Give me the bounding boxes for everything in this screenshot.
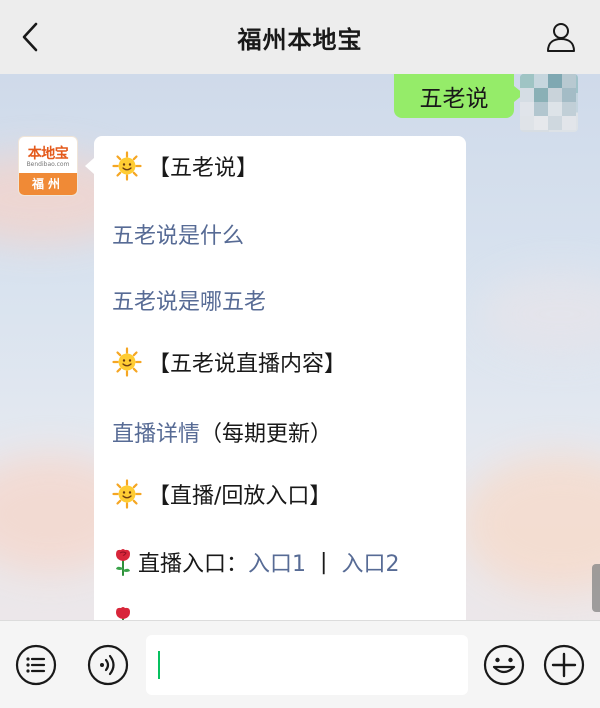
chevron-left-icon[interactable] <box>16 20 46 54</box>
section-five-elders: 【五老说】 <box>112 150 258 182</box>
detail-note: （每期更新） <box>200 422 333 447</box>
entry-separator: | <box>320 549 328 575</box>
plus-icon[interactable] <box>542 643 586 687</box>
sun-emoji-icon <box>112 479 142 509</box>
text-caret <box>158 651 160 679</box>
logo-city: 福州 <box>19 173 77 195</box>
chat-title: 福州本地宝 <box>237 25 363 54</box>
section-title: 【五老说】 <box>148 156 259 181</box>
logo-text: 本地宝 <box>27 146 69 162</box>
sun-emoji-icon <box>112 151 142 181</box>
list-menu-icon[interactable] <box>14 643 58 687</box>
link-row-detail: 直播详情 （每期更新） <box>112 416 332 448</box>
user-icon[interactable] <box>544 20 578 54</box>
entry-link-1[interactable]: 入口1 <box>248 546 306 578</box>
partial-row <box>112 606 138 620</box>
rose-emoji-icon <box>116 549 130 576</box>
link-which-five-elders[interactable]: 五老说是哪五老 <box>112 284 266 316</box>
chat-header: 福州本地宝 <box>0 0 600 74</box>
voice-icon[interactable] <box>86 643 130 687</box>
section-title: 【五老说直播内容】 <box>148 352 347 377</box>
live-entry-label: 直播入口： <box>138 552 249 577</box>
sent-message-text: 五老说 <box>419 86 489 112</box>
emoji-icon[interactable] <box>482 643 526 687</box>
entry-link-2[interactable]: 入口2 <box>341 546 399 578</box>
rose-emoji-icon <box>116 607 130 620</box>
link-row-which: 五老说是哪五老 <box>112 284 266 316</box>
scrollbar[interactable] <box>592 564 600 612</box>
section-live-entry: 【直播/回放入口】 <box>112 478 331 510</box>
live-entry-row: 直播入口： 入口1 | 入口2 <box>112 546 399 578</box>
sent-message-bubble[interactable]: 五老说 <box>394 74 524 118</box>
link-what-is-five-elders[interactable]: 五老说是什么 <box>112 218 244 250</box>
sun-emoji-icon <box>112 347 142 377</box>
logo-subtext: Bendibao.com <box>26 161 70 168</box>
my-avatar[interactable] <box>520 74 578 132</box>
menu-message-card: 【五老说】 五老说是什么 五老说是哪五老 【五老说直播内容】 直播详情 （每期更… <box>85 136 466 620</box>
official-account-avatar[interactable]: 本地宝 Bendibao.com 福州 <box>18 136 78 196</box>
message-input[interactable] <box>146 635 468 695</box>
link-row-what: 五老说是什么 <box>112 218 244 250</box>
chat-area: 五老说 本地宝 Bendibao.com 福州 【五老说】 五老说是什么 五老说… <box>0 74 600 620</box>
link-live-detail[interactable]: 直播详情 <box>112 416 200 448</box>
section-live-content: 【五老说直播内容】 <box>112 346 346 378</box>
section-title: 【直播/回放入口】 <box>148 484 332 509</box>
chat-input-bar <box>0 620 600 708</box>
